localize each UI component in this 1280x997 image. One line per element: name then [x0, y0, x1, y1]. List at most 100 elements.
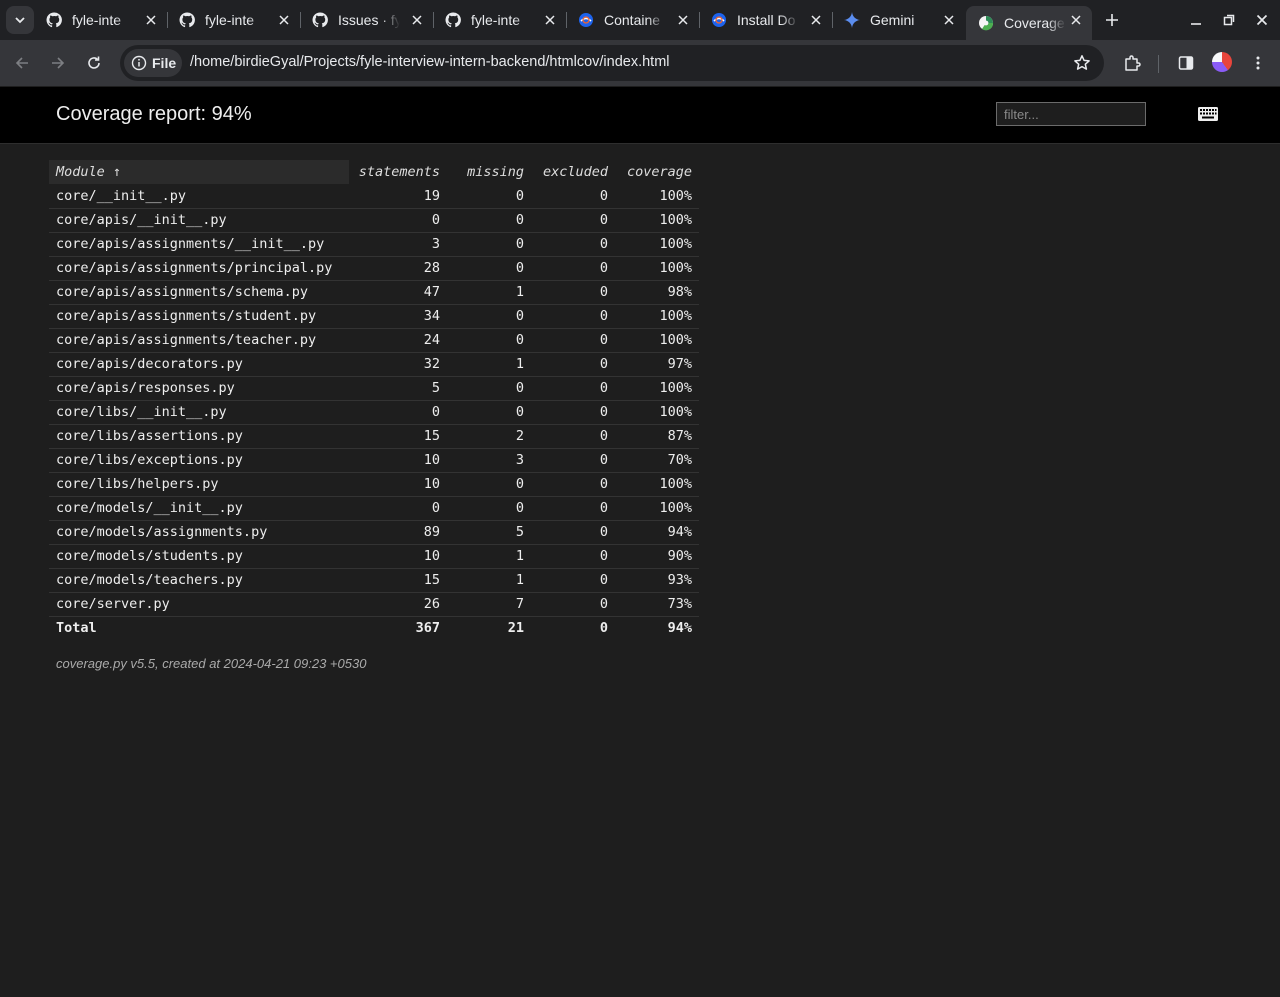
module-link[interactable]: core/libs/exceptions.py — [56, 452, 243, 468]
close-tab-icon[interactable] — [941, 12, 957, 28]
address-bar[interactable]: File /home/birdieGyal/Projects/fyle-inte… — [120, 45, 1104, 81]
tab-search-button[interactable] — [6, 6, 34, 34]
module-link[interactable]: core/apis/responses.py — [56, 380, 235, 396]
missing-cell: 0 — [447, 232, 531, 257]
tab-title: fyle-inte — [72, 12, 122, 28]
table-row: core/models/teachers.py 15 1 0 93% — [49, 568, 699, 593]
keyboard-icon[interactable] — [1198, 107, 1218, 121]
table-row: core/server.py 26 7 0 73% — [49, 592, 699, 617]
minimize-button[interactable] — [1186, 10, 1206, 30]
extensions-button[interactable] — [1120, 51, 1144, 75]
coverage-cell: 73% — [615, 592, 699, 617]
coverage-cell: 100% — [615, 496, 699, 521]
table-row: core/libs/assertions.py 15 2 0 87% — [49, 424, 699, 449]
browser-menu-button[interactable] — [1246, 51, 1270, 75]
close-tab-icon[interactable] — [1068, 12, 1084, 28]
url-text[interactable]: /home/birdieGyal/Projects/fyle-interview… — [190, 54, 670, 70]
coverage-cell: 100% — [615, 376, 699, 401]
browser-toolbar: File /home/birdieGyal/Projects/fyle-inte… — [0, 40, 1280, 86]
statements-cell: 47 — [349, 280, 447, 305]
excluded-cell: 0 — [531, 544, 615, 569]
close-tab-icon[interactable] — [409, 12, 425, 28]
browser-tab[interactable]: Coverage — [966, 6, 1092, 40]
statements-cell: 10 — [349, 544, 447, 569]
browser-tab[interactable]: Containe — [566, 6, 699, 34]
browser-tab[interactable]: fyle-inte — [433, 6, 566, 34]
table-row: core/apis/assignments/principal.py 28 0 0 10… — [49, 256, 699, 281]
module-link[interactable]: core/apis/decorators.py — [56, 356, 243, 372]
module-link[interactable]: core/apis/assignments/teacher.py — [56, 332, 316, 348]
module-cell: core/server.py — [49, 592, 349, 617]
module-link[interactable]: core/apis/assignments/principal.py — [56, 260, 332, 276]
module-link[interactable]: core/libs/assertions.py — [56, 428, 243, 444]
column-header-module[interactable]: Module ↑ — [49, 160, 349, 184]
close-tab-icon[interactable] — [675, 12, 691, 28]
close-tab-icon[interactable] — [276, 12, 292, 28]
back-button[interactable] — [10, 51, 34, 75]
excluded-cell: 0 — [531, 520, 615, 545]
close-window-button[interactable] — [1252, 10, 1272, 30]
module-link[interactable]: core/__init__.py — [56, 188, 186, 204]
missing-cell: 3 — [447, 448, 531, 473]
table-row: core/apis/assignments/teacher.py 24 0 0 100% — [49, 328, 699, 353]
excluded-cell: 0 — [531, 352, 615, 377]
site-info-chip[interactable]: File — [124, 49, 182, 77]
statements-cell: 0 — [349, 400, 447, 425]
module-link[interactable]: core/server.py — [56, 596, 170, 612]
module-link[interactable]: core/models/__init__.py — [56, 500, 243, 516]
module-cell: core/models/assignments.py — [49, 520, 349, 545]
excluded-cell: 0 — [531, 304, 615, 329]
total-coverage: 94% — [667, 620, 692, 637]
missing-cell: 0 — [447, 304, 531, 329]
tab-title: Install Do — [737, 12, 796, 28]
module-link[interactable]: core/libs/helpers.py — [56, 476, 219, 492]
column-header-statements[interactable]: statements — [349, 160, 447, 184]
coverage-table: Module ↑ statements missing excluded cov… — [49, 160, 699, 640]
excluded-cell: 0 — [531, 496, 615, 521]
filter-input[interactable] — [996, 102, 1146, 126]
excluded-cell: 0 — [531, 568, 615, 593]
profile-avatar[interactable] — [1212, 52, 1232, 72]
column-header-missing[interactable]: missing — [447, 160, 531, 184]
module-link[interactable]: core/models/students.py — [56, 548, 243, 564]
statements-cell: 34 — [349, 304, 447, 329]
arrow-left-icon — [15, 57, 28, 69]
arrow-right-icon — [52, 57, 65, 69]
column-header-coverage[interactable]: coverage — [615, 160, 699, 184]
new-tab-button[interactable] — [1102, 10, 1122, 30]
table-row: core/apis/responses.py 5 0 0 100% — [49, 376, 699, 401]
side-panel-button[interactable] — [1174, 51, 1198, 75]
total-missing: 21 — [507, 620, 524, 637]
restore-button[interactable] — [1219, 10, 1239, 30]
coverage-cell: 97% — [615, 352, 699, 377]
module-link[interactable]: core/apis/assignments/student.py — [56, 308, 316, 324]
close-tab-icon[interactable] — [542, 12, 558, 28]
module-link[interactable]: core/apis/assignments/schema.py — [56, 284, 308, 300]
statements-cell: 5 — [349, 376, 447, 401]
forward-button[interactable] — [46, 51, 70, 75]
column-header-excluded[interactable]: excluded — [531, 160, 615, 184]
missing-cell: 7 — [447, 592, 531, 617]
module-link[interactable]: core/libs/__init__.py — [56, 404, 227, 420]
bookmark-star-icon[interactable] — [1072, 53, 1092, 73]
module-link[interactable]: core/models/assignments.py — [56, 524, 267, 540]
module-link[interactable]: core/apis/__init__.py — [56, 212, 227, 228]
missing-cell: 0 — [447, 496, 531, 521]
close-tab-icon[interactable] — [808, 12, 824, 28]
excluded-cell: 0 — [531, 184, 615, 209]
browser-tab[interactable]: fyle-inte — [167, 6, 300, 34]
statements-cell: 89 — [349, 520, 447, 545]
site-info-label: File — [152, 55, 177, 71]
module-link[interactable]: core/models/teachers.py — [56, 572, 243, 588]
reload-button[interactable] — [82, 51, 106, 75]
statements-cell: 3 — [349, 232, 447, 257]
table-row: core/apis/__init__.py 0 0 0 100% — [49, 208, 699, 233]
close-tab-icon[interactable] — [143, 12, 159, 28]
coverage-cell: 94% — [615, 520, 699, 545]
module-link[interactable]: core/apis/assignments/__init__.py — [56, 236, 324, 252]
coverage-cell: 98% — [615, 280, 699, 305]
browser-tab[interactable]: Install Do — [699, 6, 832, 34]
browser-tab[interactable]: Issues · fy — [300, 6, 433, 34]
browser-tab[interactable]: fyle-inte — [34, 6, 167, 34]
browser-tab[interactable]: Gemini — [832, 6, 965, 34]
